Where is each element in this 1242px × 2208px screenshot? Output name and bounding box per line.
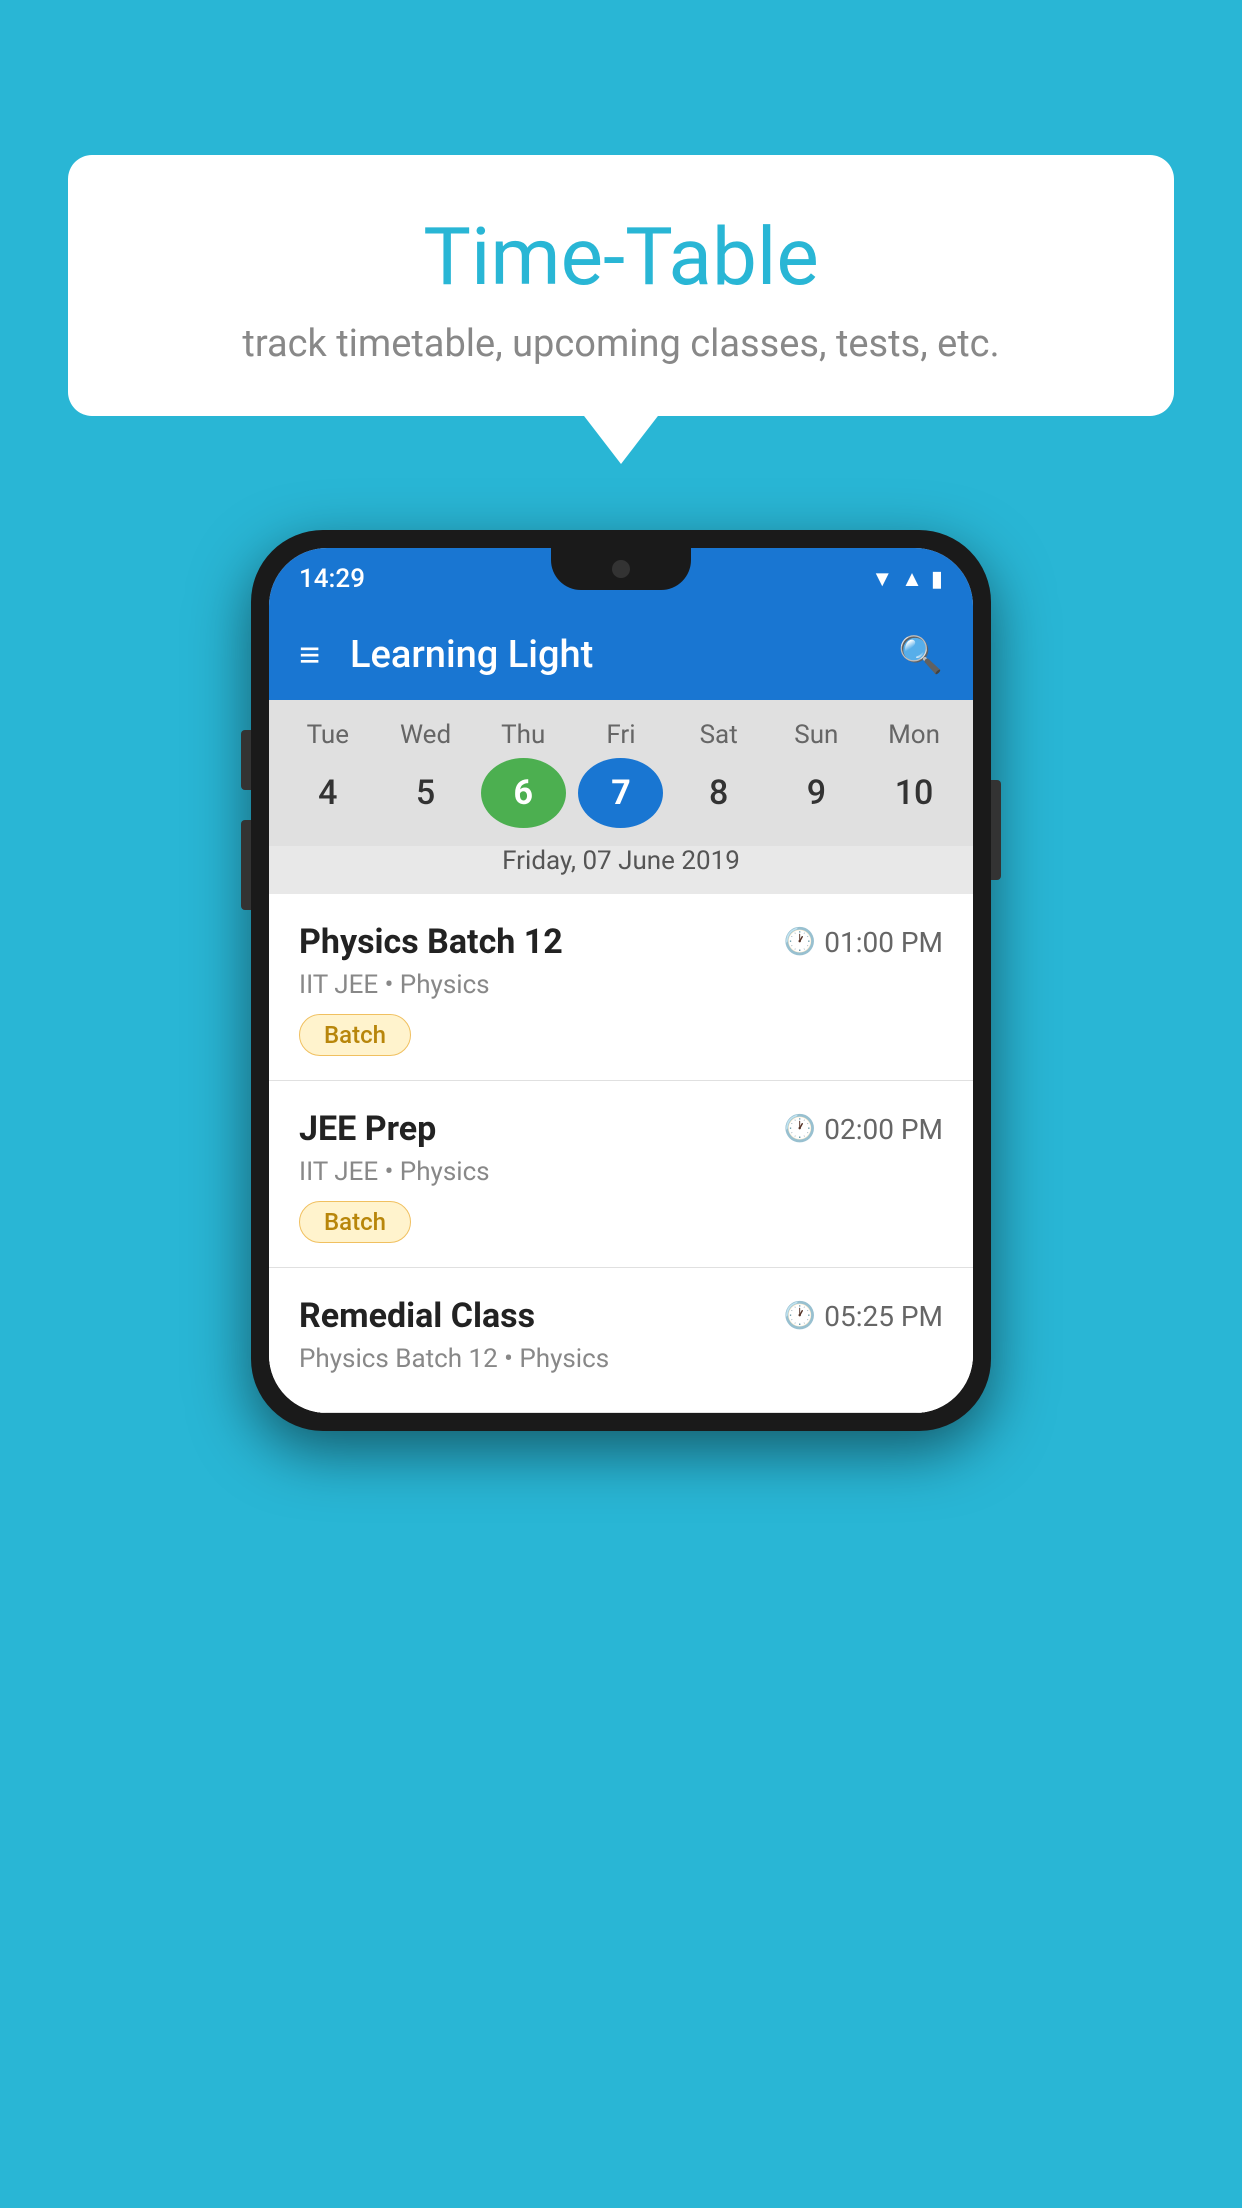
side-button-power: [991, 780, 1001, 880]
day-headers: Tue Wed Thu Fri Sat Sun Mon: [269, 720, 973, 750]
schedule-item-3-time-text: 05:25 PM: [824, 1300, 943, 1333]
schedule-item-2[interactable]: JEE Prep 🕐 02:00 PM IIT JEE • Physics Ba…: [269, 1081, 973, 1268]
schedule-item-2-badge: Batch: [299, 1201, 411, 1243]
schedule-item-3-title: Remedial Class: [299, 1296, 535, 1336]
schedule-item-3-time: 🕐 05:25 PM: [784, 1300, 943, 1333]
side-button-volume-up: [241, 730, 251, 790]
search-icon[interactable]: 🔍: [898, 634, 943, 676]
day-5[interactable]: 5: [383, 758, 468, 828]
day-header-mon: Mon: [872, 720, 957, 750]
wifi-icon: ▼: [871, 566, 893, 592]
day-10[interactable]: 10: [872, 758, 957, 828]
schedule-item-3-subtitle: Physics Batch 12 • Physics: [299, 1344, 943, 1374]
day-header-thu: Thu: [481, 720, 566, 750]
schedule-item-1-time: 🕐 01:00 PM: [784, 926, 943, 959]
day-header-fri: Fri: [578, 720, 663, 750]
schedule-item-1-badge: Batch: [299, 1014, 411, 1056]
day-header-sun: Sun: [774, 720, 859, 750]
clock-icon-3: 🕐: [784, 1301, 816, 1331]
phone-outer-frame: 14:29 ▼ ▲ ▮ ≡ Learning Light 🔍 Tue: [251, 530, 991, 1431]
schedule-item-1-header: Physics Batch 12 🕐 01:00 PM: [299, 922, 943, 962]
clock-icon-2: 🕐: [784, 1114, 816, 1144]
status-icons: ▼ ▲ ▮: [871, 566, 943, 592]
schedule-item-1-time-text: 01:00 PM: [824, 926, 943, 959]
side-button-volume-down: [241, 820, 251, 910]
day-header-sat: Sat: [676, 720, 761, 750]
selected-date-label: Friday, 07 June 2019: [269, 846, 973, 894]
status-time: 14:29: [299, 564, 365, 594]
day-header-tue: Tue: [285, 720, 370, 750]
schedule-item-1[interactable]: Physics Batch 12 🕐 01:00 PM IIT JEE • Ph…: [269, 894, 973, 1081]
schedule-item-2-subtitle: IIT JEE • Physics: [299, 1157, 943, 1187]
app-bar: ≡ Learning Light 🔍: [269, 610, 973, 700]
calendar-strip: Tue Wed Thu Fri Sat Sun Mon 4 5 6 7 8 9 …: [269, 700, 973, 894]
speech-bubble-subtitle: track timetable, upcoming classes, tests…: [128, 322, 1114, 366]
battery-icon: ▮: [931, 567, 943, 592]
notch: [551, 548, 691, 590]
day-7-selected[interactable]: 7: [578, 758, 663, 828]
schedule-item-3[interactable]: Remedial Class 🕐 05:25 PM Physics Batch …: [269, 1268, 973, 1413]
schedule-item-2-title: JEE Prep: [299, 1109, 436, 1149]
schedule-list: Physics Batch 12 🕐 01:00 PM IIT JEE • Ph…: [269, 894, 973, 1413]
day-header-wed: Wed: [383, 720, 468, 750]
schedule-item-3-header: Remedial Class 🕐 05:25 PM: [299, 1296, 943, 1336]
day-8[interactable]: 8: [676, 758, 761, 828]
speech-bubble: Time-Table track timetable, upcoming cla…: [68, 155, 1174, 416]
app-title: Learning Light: [350, 633, 898, 677]
day-9[interactable]: 9: [774, 758, 859, 828]
schedule-item-1-subtitle: IIT JEE • Physics: [299, 970, 943, 1000]
phone-screen: 14:29 ▼ ▲ ▮ ≡ Learning Light 🔍 Tue: [269, 548, 973, 1413]
day-numbers: 4 5 6 7 8 9 10: [269, 758, 973, 828]
speech-bubble-container: Time-Table track timetable, upcoming cla…: [68, 155, 1174, 416]
schedule-item-2-time-text: 02:00 PM: [824, 1113, 943, 1146]
status-bar: 14:29 ▼ ▲ ▮: [269, 548, 973, 610]
phone-mockup: 14:29 ▼ ▲ ▮ ≡ Learning Light 🔍 Tue: [251, 530, 991, 1431]
schedule-item-2-header: JEE Prep 🕐 02:00 PM: [299, 1109, 943, 1149]
front-camera: [612, 560, 630, 578]
schedule-item-1-title: Physics Batch 12: [299, 922, 563, 962]
signal-icon: ▲: [901, 566, 923, 592]
speech-bubble-title: Time-Table: [128, 210, 1114, 304]
schedule-item-2-time: 🕐 02:00 PM: [784, 1113, 943, 1146]
day-4[interactable]: 4: [285, 758, 370, 828]
day-6-today[interactable]: 6: [481, 758, 566, 828]
clock-icon-1: 🕐: [784, 927, 816, 957]
hamburger-icon[interactable]: ≡: [299, 634, 320, 676]
